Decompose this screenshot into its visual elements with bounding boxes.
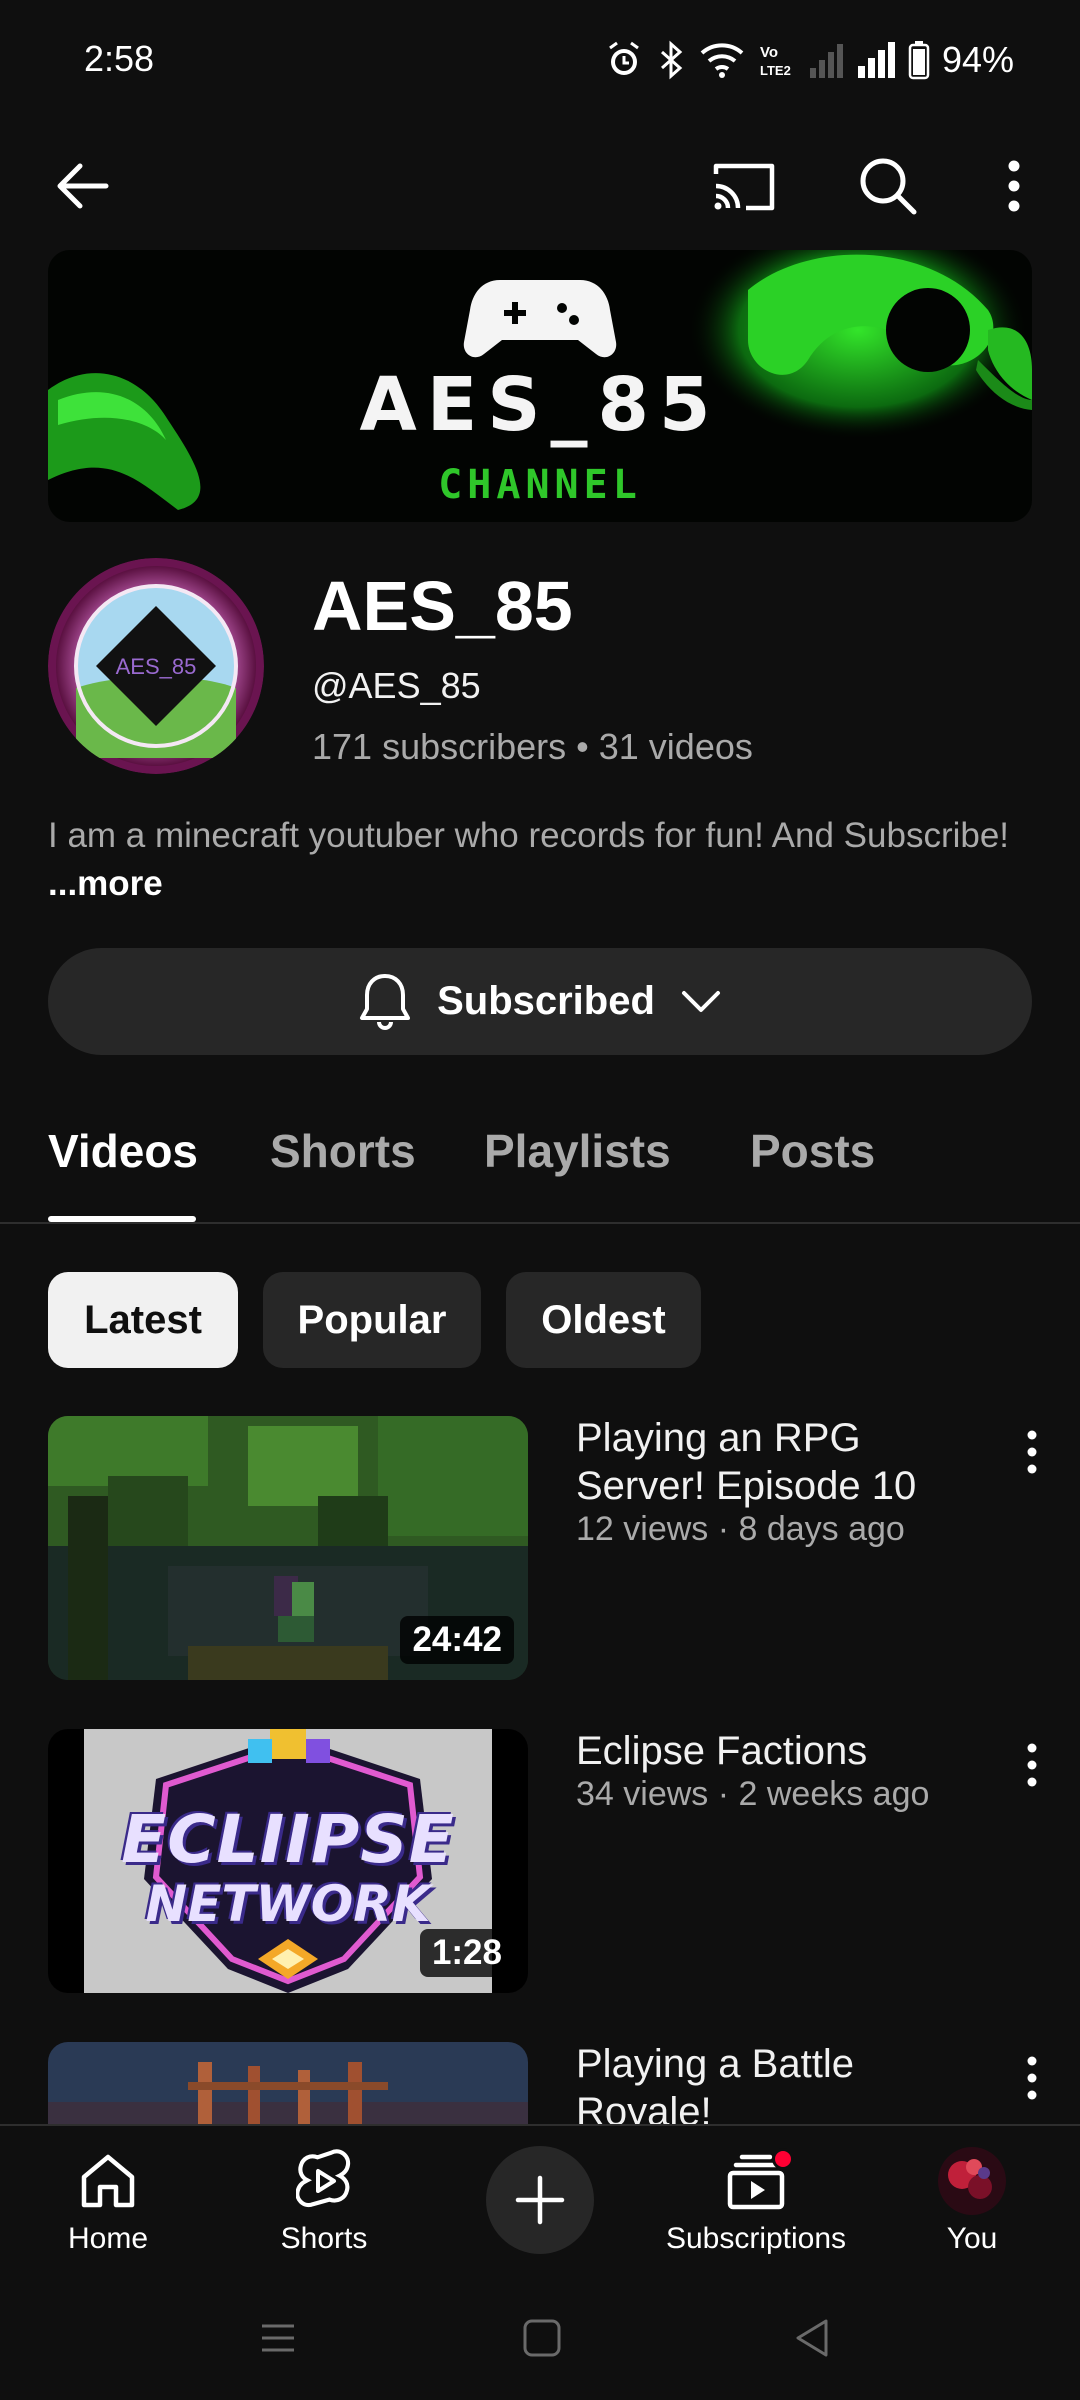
- active-tab-indicator: [48, 1216, 196, 1222]
- channel-description[interactable]: I am a minecraft youtuber who records fo…: [48, 812, 1032, 908]
- tab-playlists[interactable]: Playlists: [484, 1124, 671, 1178]
- video-menu-button[interactable]: [1010, 1422, 1054, 1482]
- video-title[interactable]: Eclipse Factions: [576, 1727, 996, 1775]
- alarm-icon: [609, 41, 639, 75]
- shorts-icon-wrap: [296, 2142, 352, 2220]
- banner-subtitle: CHANNEL: [438, 462, 642, 508]
- chip-oldest[interactable]: Oldest: [506, 1272, 701, 1368]
- you-avatar-wrap: [938, 2142, 1006, 2220]
- description-text: I am a minecraft youtuber who records fo…: [48, 816, 1010, 855]
- channel-avatar[interactable]: AES_85: [48, 558, 264, 774]
- nav-you-label: You: [946, 2222, 998, 2255]
- more-options-button[interactable]: [986, 144, 1042, 228]
- cast-icon: [713, 163, 775, 211]
- video-title[interactable]: Playing a Battle Royale!: [576, 2040, 996, 2124]
- avatar-text: AES_85: [115, 654, 197, 679]
- system-navigation-bar: [0, 2274, 1080, 2400]
- channel-stats: 171 subscribers • 31 videos: [312, 726, 753, 768]
- home-icon-wrap: [78, 2142, 138, 2220]
- more-vert-icon: [1027, 1430, 1037, 1474]
- tab-videos[interactable]: Videos: [48, 1124, 198, 1178]
- video-item[interactable]: Playing a Battle Royale!: [0, 2026, 1080, 2124]
- svg-text:Vo: Vo: [760, 44, 778, 61]
- channel-tabs: Videos Shorts Playlists Posts: [0, 1100, 1080, 1224]
- video-thumbnail[interactable]: 24:42: [48, 1416, 528, 1680]
- status-time: 2:58: [84, 38, 155, 79]
- recents-button[interactable]: [250, 2310, 306, 2366]
- video-menu-button[interactable]: [1010, 2048, 1054, 2108]
- nav-shorts-label: Shorts: [280, 2222, 368, 2255]
- video-list[interactable]: 24:42 Playing an RPG Server! Episode 10 …: [0, 1400, 1080, 2124]
- channel-banner[interactable]: AES_85 CHANNEL: [48, 250, 1032, 522]
- more-link[interactable]: ...more: [48, 864, 163, 903]
- video-thumbnail[interactable]: ECLIIPSE NETWORK 1:28: [48, 1729, 528, 1993]
- user-avatar-icon: [938, 2147, 1006, 2215]
- channel-handle: @AES_85: [312, 665, 481, 706]
- chip-latest[interactable]: Latest: [48, 1272, 238, 1368]
- signal-sim2-icon: [809, 44, 843, 78]
- volte-icon: Vo LTE2: [760, 44, 791, 78]
- video-meta: 12 views · 8 days ago: [576, 1510, 905, 1548]
- tab-shorts[interactable]: Shorts: [270, 1124, 416, 1178]
- subscribed-button[interactable]: Subscribed: [48, 948, 1032, 1055]
- bell-icon: [360, 973, 411, 1030]
- video-duration: 24:42: [400, 1616, 514, 1664]
- battery-icon: [908, 41, 930, 80]
- notification-dot: [772, 2148, 794, 2170]
- banner-title: AES_85: [359, 362, 721, 448]
- video-item[interactable]: 24:42 Playing an RPG Server! Episode 10 …: [0, 1400, 1080, 1700]
- search-icon: [860, 158, 917, 215]
- video-item[interactable]: ECLIIPSE NETWORK 1:28 Eclipse Factions 3…: [0, 1713, 1080, 2013]
- nav-shorts[interactable]: Shorts: [256, 2126, 392, 2276]
- chevron-down-icon: [681, 990, 720, 1012]
- nav-subscriptions[interactable]: Subscriptions: [650, 2126, 862, 2276]
- battery-percent: 94%: [941, 39, 1014, 80]
- svg-text:LTE2: LTE2: [760, 63, 791, 78]
- plus-icon: [515, 2175, 565, 2225]
- video-count: 31 videos: [598, 726, 753, 767]
- bluetooth-icon: [660, 40, 683, 80]
- video-title[interactable]: Playing an RPG Server! Episode 10: [576, 1414, 996, 1510]
- top-app-bar: [0, 124, 1080, 234]
- subscriptions-icon-wrap: [726, 2142, 794, 2220]
- wifi-icon: [700, 43, 744, 78]
- tab-posts[interactable]: Posts: [750, 1124, 875, 1178]
- nav-home-label: Home: [67, 2222, 149, 2255]
- nav-subscriptions-label: Subscriptions: [665, 2222, 847, 2255]
- video-duration: 1:28: [419, 1929, 514, 1977]
- thumbnail-logo-line-1: ECLIIPSE: [121, 1801, 455, 1878]
- stats-separator: •: [566, 726, 599, 767]
- video-meta: 34 views · 2 weeks ago: [576, 1775, 930, 1813]
- arrow-left-icon: [57, 163, 109, 209]
- subscribed-label: Subscribed: [437, 979, 655, 1023]
- search-button[interactable]: [846, 144, 930, 228]
- video-menu-button[interactable]: [1010, 1735, 1054, 1795]
- thumbnail-logo-line-2: NETWORK: [145, 1875, 431, 1933]
- subscriber-count: 171 subscribers: [312, 726, 567, 767]
- back-system-button[interactable]: [784, 2310, 840, 2366]
- shorts-icon: [296, 2149, 351, 2208]
- home-icon: [81, 2154, 135, 2208]
- status-bar: 2:58 Vo LTE2 94%: [0, 0, 1080, 124]
- more-vert-icon: [1027, 2056, 1037, 2100]
- recents-icon: [262, 2324, 294, 2352]
- thumbnail-image: [48, 2042, 528, 2124]
- status-icons: Vo LTE2 94%: [606, 36, 1014, 84]
- nav-you[interactable]: You: [904, 2126, 1040, 2276]
- chip-popular[interactable]: Popular: [263, 1272, 481, 1368]
- bottom-navigation: Home Shorts Subscriptions You: [0, 2124, 1080, 2274]
- home-square-icon: [523, 2319, 561, 2357]
- more-vert-icon: [1027, 1743, 1037, 1787]
- channel-name: AES_85: [312, 567, 573, 645]
- more-vert-icon: [1008, 160, 1020, 212]
- home-system-button[interactable]: [514, 2310, 570, 2366]
- cast-button[interactable]: [700, 144, 788, 228]
- back-triangle-icon: [796, 2319, 828, 2357]
- back-button[interactable]: [40, 144, 124, 228]
- signal-sim1-icon: [857, 42, 895, 78]
- video-thumbnail[interactable]: [48, 2042, 528, 2124]
- create-button[interactable]: [486, 2146, 594, 2254]
- nav-home[interactable]: Home: [40, 2126, 176, 2276]
